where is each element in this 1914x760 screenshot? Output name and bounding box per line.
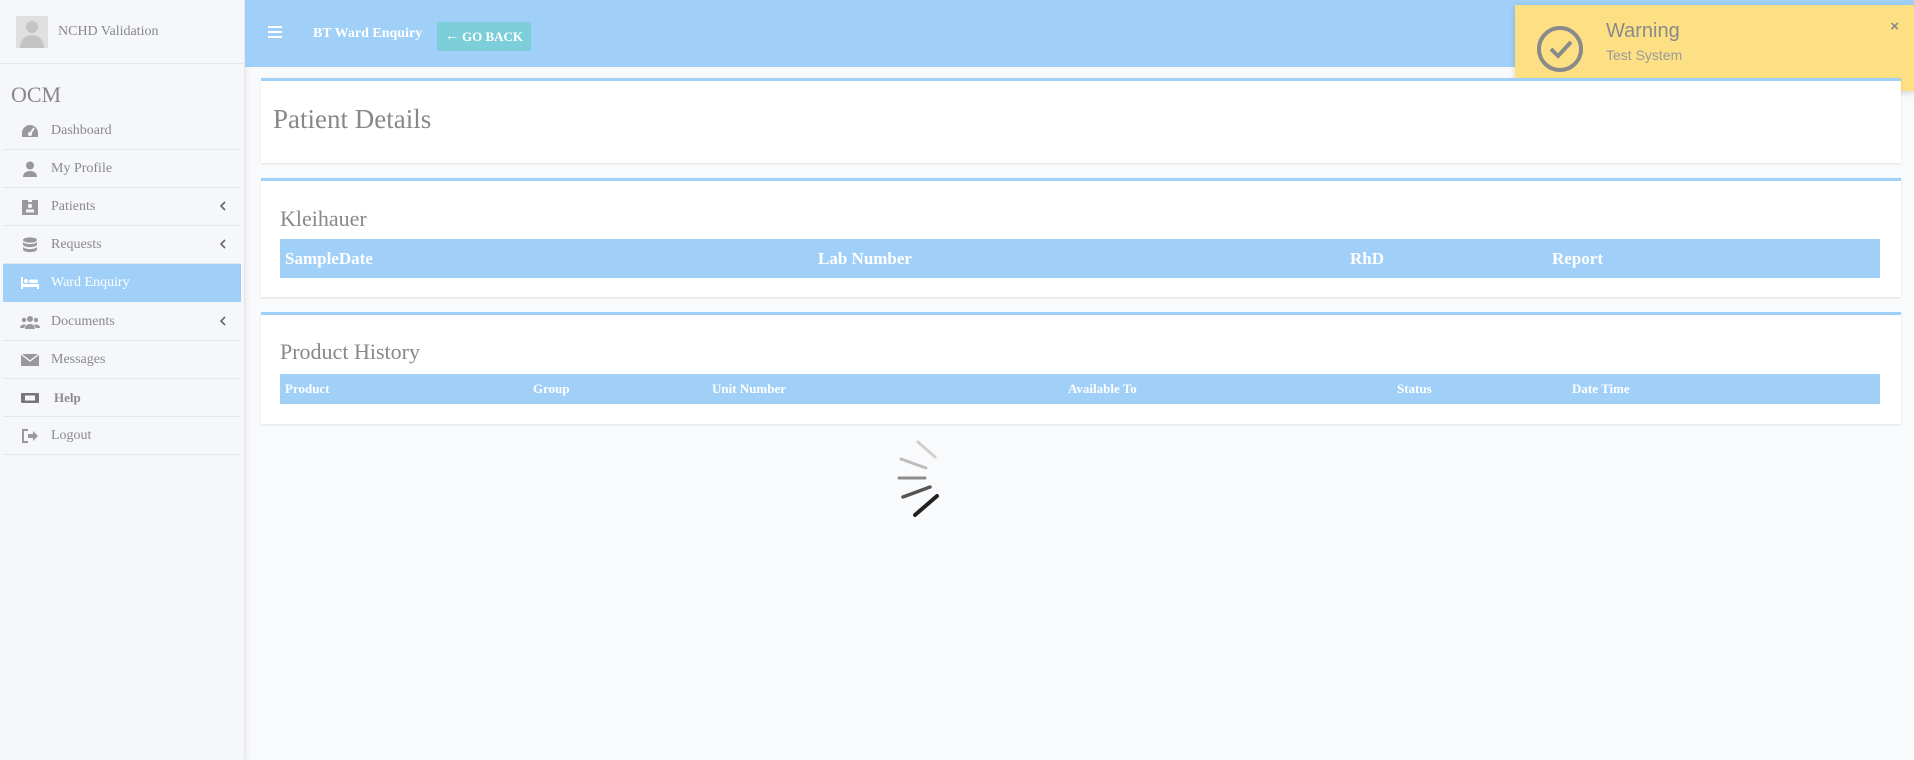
toast-message: Test System: [1606, 47, 1683, 63]
column-header[interactable]: SampleDate: [285, 249, 373, 269]
sidebar-item-label: Requests: [51, 236, 102, 252]
user-name: NCHD Validation: [58, 23, 159, 39]
user-icon: [19, 161, 41, 177]
ticket-icon: [19, 390, 41, 406]
hamburger-menu-icon[interactable]: [268, 26, 282, 38]
sidebar-item-label: Dashboard: [51, 122, 112, 138]
sidebar: NCHD Validation OCM Dashboard My Profile…: [0, 0, 245, 760]
column-header[interactable]: Unit Number: [712, 381, 786, 397]
dashboard-icon: [19, 123, 41, 139]
column-header[interactable]: Date Time: [1572, 381, 1630, 397]
column-header[interactable]: Available To: [1068, 381, 1137, 397]
sign-out-icon: [19, 428, 41, 444]
check-circle-icon: [1537, 26, 1583, 72]
product-history-panel: Product History Product Group Unit Numbe…: [261, 312, 1901, 424]
chevron-left-icon: [219, 315, 226, 331]
user-panel: NCHD Validation: [0, 0, 244, 64]
patient-details-panel: Patient Details: [261, 78, 1901, 163]
kleihauer-table-header: SampleDate Lab Number RhD Report: [280, 239, 1880, 278]
sidebar-item-patients[interactable]: Patients: [3, 188, 241, 226]
sidebar-item-label: Patients: [51, 198, 96, 214]
column-header[interactable]: Product: [285, 381, 330, 397]
sidebar-item-dashboard[interactable]: Dashboard: [3, 112, 241, 150]
product-history-table-header: Product Group Unit Number Available To S…: [280, 374, 1880, 404]
id-badge-icon: [19, 198, 41, 215]
close-icon[interactable]: ×: [1890, 18, 1899, 35]
sidebar-item-my-profile[interactable]: My Profile: [3, 150, 241, 188]
toast-title: Warning: [1606, 20, 1680, 42]
sidebar-menu: Dashboard My Profile Patients Requests W…: [0, 112, 244, 455]
sidebar-item-documents[interactable]: Documents: [3, 303, 241, 341]
chevron-left-icon: [219, 200, 226, 216]
sidebar-item-label: My Profile: [51, 160, 113, 176]
product-history-title: Product History: [280, 339, 420, 364]
users-icon: [19, 314, 41, 330]
bed-icon: [19, 275, 41, 291]
sidebar-item-label: Help: [54, 389, 81, 405]
patient-details-title: Patient Details: [273, 104, 432, 134]
sidebar-item-help[interactable]: Help: [3, 379, 241, 417]
database-icon: [19, 236, 41, 253]
sidebar-item-requests[interactable]: Requests: [3, 226, 241, 264]
sidebar-item-label: Messages: [51, 351, 106, 367]
kleihauer-title: Kleihauer: [280, 206, 367, 231]
column-header[interactable]: Lab Number: [818, 249, 912, 269]
sidebar-item-label: Logout: [51, 427, 92, 443]
column-header[interactable]: RhD: [1350, 249, 1384, 269]
column-header[interactable]: Status: [1397, 381, 1432, 397]
loading-spinner-icon: [897, 440, 939, 517]
kleihauer-panel: Kleihauer SampleDate Lab Number RhD Repo…: [261, 178, 1901, 297]
sidebar-item-label: Documents: [51, 313, 115, 329]
arrow-left-icon: ←: [445, 28, 459, 44]
envelope-icon: [19, 352, 41, 368]
page-title: BT Ward Enquiry: [313, 26, 423, 41]
go-back-label: GO BACK: [462, 28, 524, 44]
sidebar-item-label: Ward Enquiry: [51, 275, 130, 290]
sidebar-item-logout[interactable]: Logout: [3, 417, 241, 455]
brand-title: OCM: [11, 82, 62, 107]
column-header[interactable]: Group: [533, 381, 570, 397]
chevron-left-icon: [219, 238, 226, 254]
avatar: [16, 15, 48, 48]
go-back-button[interactable]: ← GO BACK: [437, 22, 532, 51]
column-header[interactable]: Report: [1552, 249, 1603, 269]
sidebar-item-ward-enquiry[interactable]: Ward Enquiry: [3, 264, 241, 302]
sidebar-item-messages[interactable]: Messages: [3, 341, 241, 379]
